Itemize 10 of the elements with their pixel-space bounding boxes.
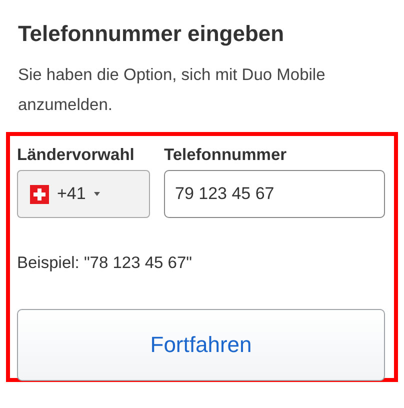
description-text: Sie haben die Option, sich mit Duo Mobile anzumelden. — [18, 65, 326, 116]
field-label: Ländervorwahl — [17, 145, 136, 166]
continue-button[interactable]: Fortfahren — [17, 309, 385, 381]
phone-number-field[interactable]: 79 123 45 67 — [164, 170, 385, 218]
caret-icon — [94, 192, 100, 196]
field-label: Telefonnummer — [164, 145, 288, 166]
country-code-dropdown[interactable]: +41 — [17, 170, 150, 218]
swiss-flag-icon — [30, 184, 49, 204]
page-title: Telefonnummer eingeben — [18, 20, 286, 48]
example-text: Beispiel: "78 123 45 67" — [17, 254, 194, 273]
